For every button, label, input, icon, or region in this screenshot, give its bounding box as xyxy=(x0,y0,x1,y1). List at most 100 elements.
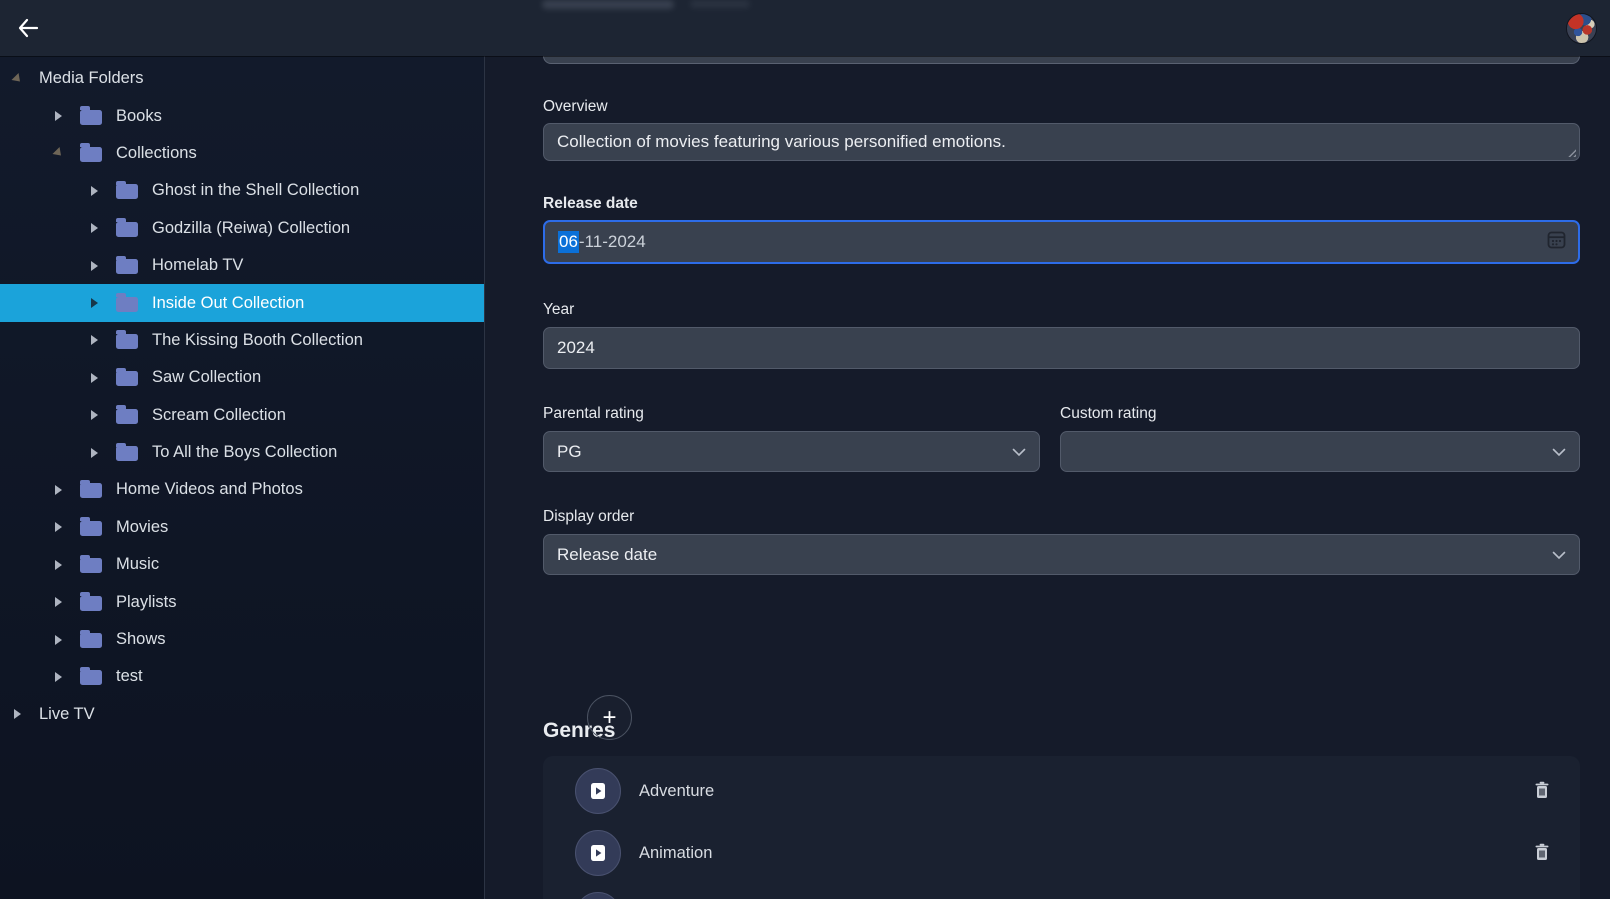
top-bar xyxy=(0,0,1610,56)
tree-item-label: Media Folders xyxy=(39,69,144,88)
expand-caret-icon[interactable] xyxy=(55,111,62,121)
tree-item-label: Playlists xyxy=(116,593,177,612)
overview-label: Overview xyxy=(543,98,608,116)
tree-item-label: Movies xyxy=(116,518,168,537)
genre-row[interactable]: Animation xyxy=(543,822,1580,884)
genre-video-icon xyxy=(575,768,621,814)
folder-icon xyxy=(116,446,138,461)
expand-caret-icon[interactable] xyxy=(11,73,23,85)
expand-caret-icon[interactable] xyxy=(91,186,98,196)
folder-icon xyxy=(116,184,138,199)
genre-label: Adventure xyxy=(639,782,1534,801)
genre-video-icon xyxy=(575,830,621,876)
folder-icon xyxy=(80,596,102,611)
genres-list: Adventure xyxy=(543,756,1580,899)
chevron-down-icon xyxy=(1552,545,1566,565)
add-genre-button[interactable]: + xyxy=(587,695,632,740)
folder-icon xyxy=(116,259,138,274)
tree-item-label: Shows xyxy=(116,630,166,649)
tree-item-books[interactable]: Books xyxy=(0,97,484,134)
resize-handle-icon[interactable] xyxy=(1566,147,1576,157)
display-order-value: Release date xyxy=(557,545,657,565)
expand-caret-icon[interactable] xyxy=(91,373,98,383)
tree-item-label: Music xyxy=(116,555,159,574)
tree-item-music[interactable]: Music xyxy=(0,546,484,583)
year-label: Year xyxy=(543,301,574,319)
chevron-down-icon xyxy=(1012,442,1026,462)
back-button[interactable] xyxy=(0,0,56,56)
folder-icon xyxy=(80,483,102,498)
tree-item-playlists[interactable]: Playlists xyxy=(0,583,484,620)
folder-icon xyxy=(116,222,138,237)
folder-icon xyxy=(116,371,138,386)
expand-caret-icon[interactable] xyxy=(91,261,98,271)
tree-item-label: Ghost in the Shell Collection xyxy=(152,181,359,200)
delete-genre-button[interactable] xyxy=(1534,781,1550,802)
genre-label: Animation xyxy=(639,844,1534,863)
tree-item-live-tv[interactable]: Live TV xyxy=(0,696,484,733)
expand-caret-icon[interactable] xyxy=(55,522,62,532)
expand-caret-icon[interactable] xyxy=(55,485,62,495)
expand-caret-icon[interactable] xyxy=(91,298,98,308)
tree-item-label: Saw Collection xyxy=(152,368,261,387)
display-order-select[interactable]: Release date xyxy=(543,534,1580,575)
tree-item-shows[interactable]: Shows xyxy=(0,621,484,658)
tree-item-label: Live TV xyxy=(39,705,95,724)
tree-item-label: Godzilla (Reiwa) Collection xyxy=(152,219,350,238)
tree-item-saw-collection[interactable]: Saw Collection xyxy=(0,359,484,396)
tree-item-the-kissing-booth-collection[interactable]: The Kissing Booth Collection xyxy=(0,322,484,359)
folder-icon xyxy=(116,409,138,424)
tree-item-scream-collection[interactable]: Scream Collection xyxy=(0,397,484,434)
expand-caret-icon[interactable] xyxy=(91,448,98,458)
expand-caret-icon[interactable] xyxy=(91,335,98,345)
parental-rating-select[interactable]: PG xyxy=(543,431,1040,472)
tree-item-media-folders[interactable]: Media Folders xyxy=(0,60,484,97)
genre-row[interactable]: Adventure xyxy=(543,760,1580,822)
tree-item-collections[interactable]: Collections xyxy=(0,135,484,172)
tree-item-godzilla-reiwa-collection[interactable]: Godzilla (Reiwa) Collection xyxy=(0,210,484,247)
expand-caret-icon[interactable] xyxy=(14,709,21,719)
chevron-down-icon xyxy=(1552,442,1566,462)
release-date-input[interactable]: 06-11-2024 xyxy=(543,220,1580,264)
folder-icon xyxy=(116,334,138,349)
folder-icon xyxy=(80,558,102,573)
folder-icon xyxy=(80,147,102,162)
arrow-left-icon xyxy=(16,16,40,40)
expand-caret-icon[interactable] xyxy=(91,223,98,233)
tree-item-label: Scream Collection xyxy=(152,406,286,425)
trash-icon xyxy=(1534,781,1550,802)
tree-item-movies[interactable]: Movies xyxy=(0,509,484,546)
tree-item-homelab-tv[interactable]: Homelab TV xyxy=(0,247,484,284)
tree-item-label: test xyxy=(116,667,143,686)
delete-genre-button[interactable] xyxy=(1534,843,1550,864)
expand-caret-icon[interactable] xyxy=(55,635,62,645)
custom-rating-label: Custom rating xyxy=(1060,405,1156,423)
date-segment-selected: 06 xyxy=(558,231,579,253)
custom-rating-select[interactable] xyxy=(1060,431,1580,472)
expand-caret-icon[interactable] xyxy=(55,560,62,570)
expand-caret-icon[interactable] xyxy=(52,147,64,159)
tree-item-label: Books xyxy=(116,107,162,126)
parental-rating-value: PG xyxy=(557,442,582,462)
user-avatar[interactable] xyxy=(1566,13,1597,44)
overview-input[interactable]: Collection of movies featuring various p… xyxy=(543,123,1580,161)
tree-item-home-videos-and-photos[interactable]: Home Videos and Photos xyxy=(0,471,484,508)
tree-item-test[interactable]: test xyxy=(0,658,484,695)
folder-icon xyxy=(80,521,102,536)
tree-item-label: To All the Boys Collection xyxy=(152,443,337,462)
expand-caret-icon[interactable] xyxy=(91,410,98,420)
tree-item-to-all-the-boys-collection[interactable]: To All the Boys Collection xyxy=(0,434,484,471)
genre-row-partial[interactable] xyxy=(543,884,1580,899)
date-segment-rest: -11-2024 xyxy=(579,232,646,252)
expand-caret-icon[interactable] xyxy=(55,672,62,682)
release-date-label: Release date xyxy=(543,195,638,213)
metadata-editor-screen: Media Folders Books Collections Ghost in… xyxy=(0,0,1610,899)
folder-icon xyxy=(80,110,102,125)
overview-value: Collection of movies featuring various p… xyxy=(557,132,1006,152)
calendar-icon[interactable] xyxy=(1546,229,1567,255)
tree-item-inside-out-collection[interactable]: Inside Out Collection xyxy=(0,284,484,321)
expand-caret-icon[interactable] xyxy=(55,597,62,607)
tree-item-ghost-in-the-shell-collection[interactable]: Ghost in the Shell Collection xyxy=(0,172,484,209)
display-order-label: Display order xyxy=(543,508,634,526)
year-input[interactable]: 2024 xyxy=(543,327,1580,369)
